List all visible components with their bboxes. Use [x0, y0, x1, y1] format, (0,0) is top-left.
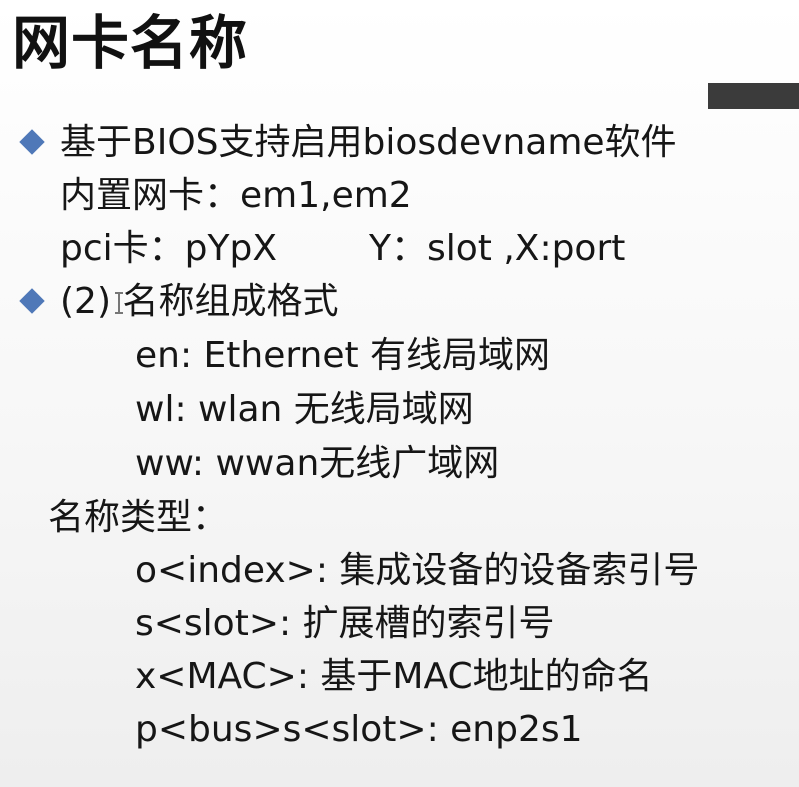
diamond-bullet-icon: [19, 129, 45, 155]
line-pci-card: pci卡：pYpX Y：slot ,X:port: [60, 224, 625, 274]
line-mac-name: x<MAC>: 基于MAC地址的命名: [135, 656, 653, 697]
line-bios-support: 基于BIOS支持启用biosdevname软件: [60, 122, 677, 163]
line-bus-slot: p<bus>s<slot>: enp2s1: [135, 709, 583, 750]
slide-title: 网卡名称: [12, 9, 249, 77]
diamond-bullet-icon: [19, 288, 45, 314]
pci-card-format: pci卡：pYpX: [60, 228, 278, 269]
line-name-types-heading: 名称类型：: [48, 497, 229, 538]
line-wl: wl: wlan 无线局域网: [135, 389, 474, 430]
line-name-format-heading: (2) 名称组成格式: [60, 281, 339, 322]
line-onboard-index: o<index>: 集成设备的设备索引号: [135, 550, 700, 591]
line-onboard-nic: 内置网卡：em1,em2: [60, 175, 412, 216]
slot-port-legend: Y：slot ,X:port: [369, 228, 626, 269]
text-cursor-icon: [115, 292, 123, 314]
line-en: en: Ethernet 有线局域网: [135, 335, 551, 376]
slide: 网卡名称 基于BIOS支持启用biosdevname软件 内置网卡：em1,em…: [0, 0, 799, 787]
title-accent-bar: [708, 83, 799, 109]
line-ww: ww: wwan无线广域网: [135, 443, 500, 484]
line-slot-index: s<slot>: 扩展槽的索引号: [135, 603, 555, 644]
